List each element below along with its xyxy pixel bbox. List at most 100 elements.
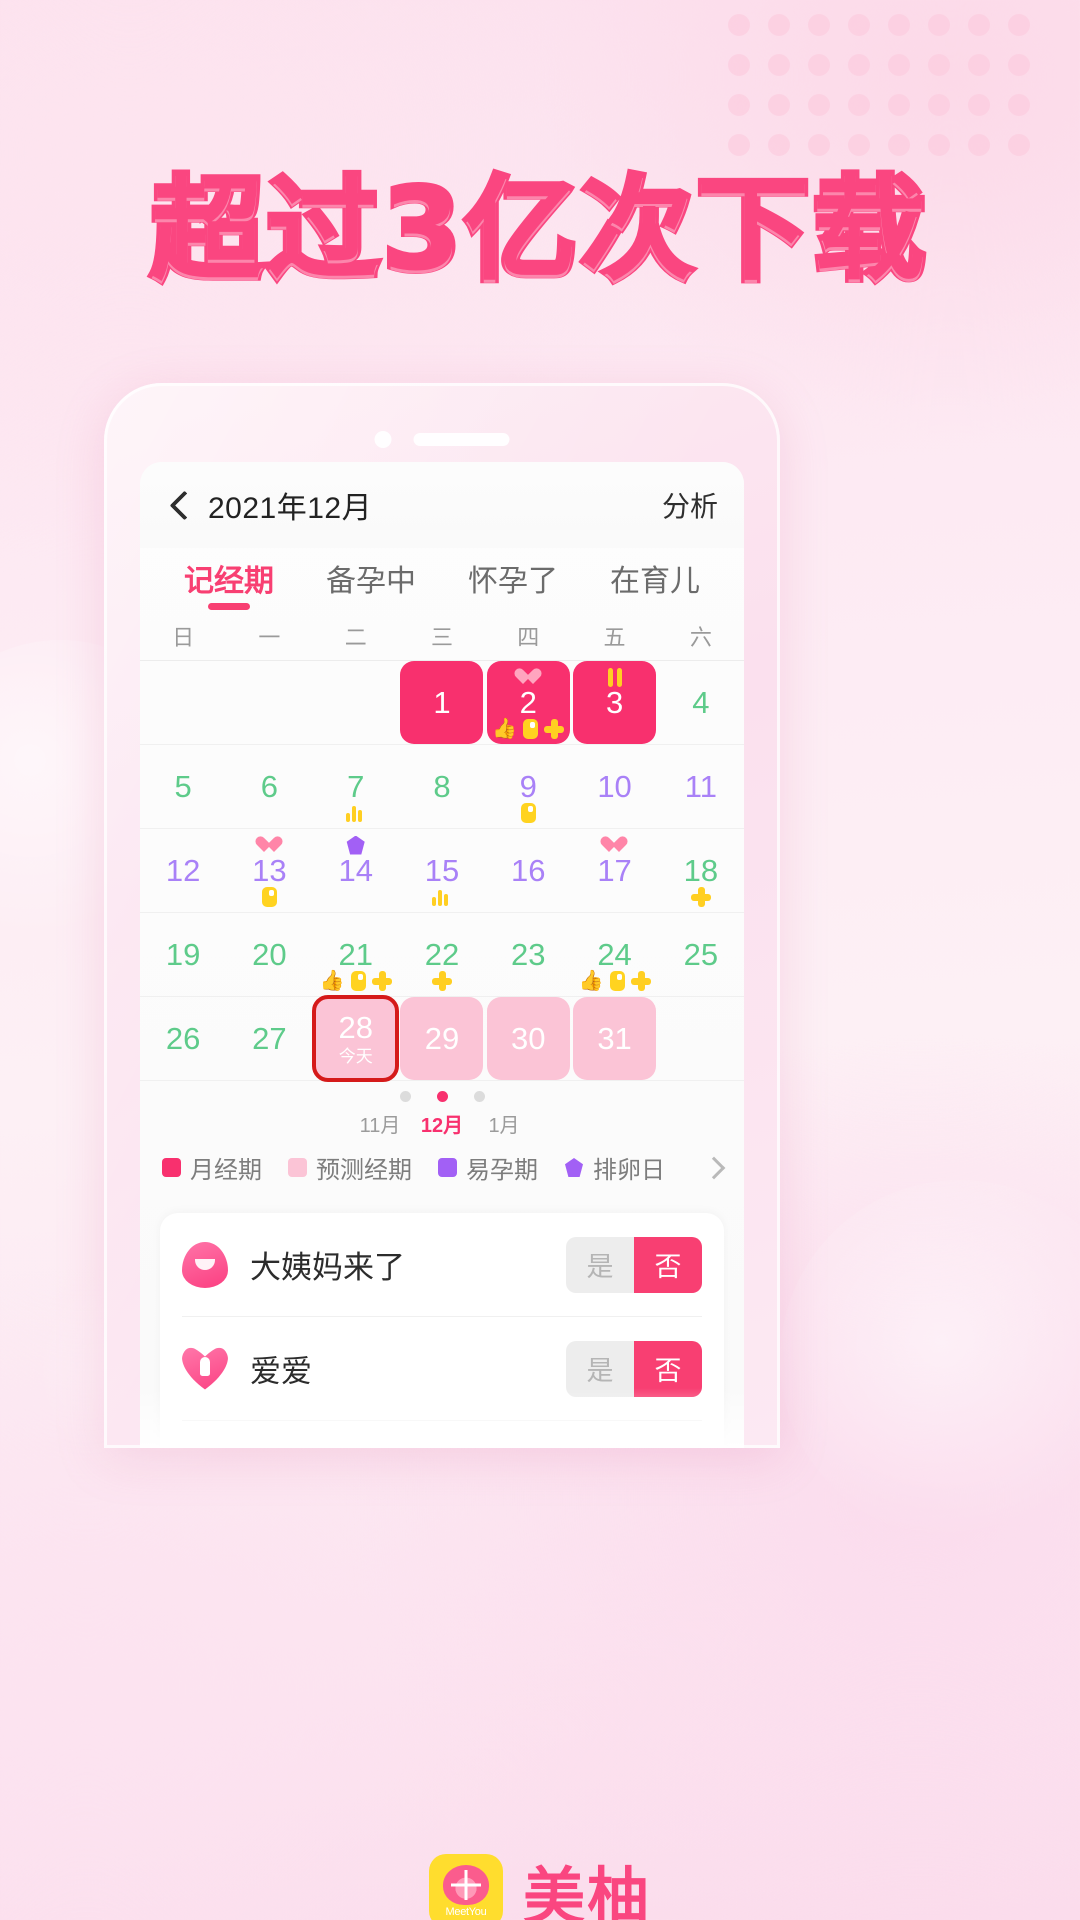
pill-icon — [520, 803, 536, 823]
chevron-left-icon[interactable] — [166, 492, 192, 518]
calendar-day-inner: 3 — [573, 661, 657, 744]
day-marks-bottom — [658, 886, 744, 908]
calendar-day-inner: 28 今天 — [312, 995, 400, 1082]
calendar-day-18[interactable]: 18 — [658, 829, 744, 912]
calendar-day-number: 23 — [511, 937, 546, 972]
calendar-day-number: 7 — [347, 769, 365, 804]
calendar-day-number: 14 — [338, 853, 373, 888]
calendar-day-number: 12 — [165, 853, 201, 888]
calendar-day-12[interactable]: 12 — [140, 829, 226, 912]
calendar-day-26[interactable]: 26 — [140, 997, 226, 1080]
day-marks-bottom — [226, 886, 312, 908]
calendar-day-number: 31 — [597, 1021, 632, 1056]
pager-dot-current[interactable] — [436, 1091, 448, 1102]
calendar-day-13[interactable]: 13 — [226, 829, 312, 912]
calendar-day-28[interactable]: 28 今天 — [312, 995, 400, 1082]
calendar-day-number: 9 — [519, 769, 537, 804]
record-row-sex[interactable]: 爱爱 是 否 — [182, 1317, 702, 1421]
segment-yes-sex[interactable]: 是 — [566, 1340, 634, 1397]
segment-sex[interactable]: 是 否 — [566, 1340, 702, 1397]
chevron-right-icon[interactable] — [706, 1160, 722, 1176]
record-row-temperature[interactable]: 体温 — [182, 1421, 702, 1448]
calendar-day-3[interactable]: 3 — [571, 661, 657, 744]
calendar-day-16[interactable]: 16 — [485, 829, 571, 912]
thumb-up-icon: 👍 — [492, 718, 518, 740]
calendar-day-number: 3 — [605, 685, 624, 720]
weekday-sun: 日 — [172, 625, 195, 650]
segment-yes-period[interactable]: 是 — [566, 1236, 634, 1293]
calendar-day-6[interactable]: 6 — [226, 745, 312, 828]
day-marks-bottom — [313, 802, 399, 824]
analysis-button[interactable]: 分析 — [662, 485, 718, 525]
calendar-day-inner: 14 — [314, 829, 397, 912]
calendar-day-19[interactable]: 19 — [140, 913, 226, 996]
calendar-day-number: 15 — [424, 853, 460, 888]
tab-preparing[interactable]: 备孕中 — [322, 550, 420, 614]
calendar-day-8[interactable]: 8 — [399, 745, 485, 828]
weekday-wed: 三 — [430, 625, 453, 650]
calendar-day-number: 1 — [433, 685, 451, 720]
calendar-day-inner: 6 — [228, 745, 311, 828]
calendar-day-10[interactable]: 10 — [571, 745, 657, 828]
calendar-day-25[interactable]: 25 — [658, 913, 744, 996]
pill-icon — [609, 971, 625, 991]
segment-no-period[interactable]: 否 — [634, 1236, 702, 1293]
calendar-day-20[interactable]: 20 — [226, 913, 312, 996]
calendar-day-number: 27 — [252, 1021, 287, 1056]
plus-icon — [431, 971, 452, 991]
segment-no-sex[interactable]: 否 — [634, 1340, 702, 1397]
calendar-day-number: 18 — [683, 853, 719, 888]
calendar-day-inner: 10 — [573, 745, 656, 828]
calendar-day-24[interactable]: 24 👍 — [571, 913, 657, 996]
calendar-day-9[interactable]: 9 — [485, 745, 571, 828]
calendar-week-row: 19 20 21 👍 22 23 24 👍 25 — [140, 913, 744, 997]
calendar-grid: 1 2 👍 3 4 5 6 7 8 9 10 11 12 13 14 15 16 17 18 19 20 21 👍 22 23 2… — [140, 661, 744, 1082]
calendar-day-empty — [226, 661, 312, 744]
calendar-day-inner: 1 — [400, 661, 484, 744]
calendar-day-15[interactable]: 15 — [399, 829, 485, 912]
calendar-day-inner: 8 — [400, 745, 483, 828]
day-marks-bottom — [399, 970, 485, 992]
calendar-day-21[interactable]: 21 👍 — [313, 913, 399, 996]
calendar-legend: 月经期 预测经期 易孕期 排卵日 — [140, 1144, 744, 1201]
tab-record-period[interactable]: 记经期 — [180, 550, 278, 614]
calendar-day-2[interactable]: 2 👍 — [485, 661, 571, 744]
calendar-day-inner: 17 — [573, 829, 656, 912]
pill-icon — [261, 887, 277, 907]
calendar-day-1[interactable]: 1 — [399, 661, 485, 744]
calendar-day-number: 10 — [597, 769, 632, 804]
calendar-day-number: 16 — [511, 853, 546, 888]
calendar-day-11[interactable]: 11 — [658, 745, 744, 828]
calendar-day-14[interactable]: 14 — [313, 829, 399, 912]
calendar-day-inner — [228, 661, 311, 744]
calendar-day-27[interactable]: 27 — [226, 997, 312, 1080]
calendar-day-5[interactable]: 5 — [140, 745, 226, 828]
pager-month-next[interactable]: 1月 — [481, 1109, 527, 1138]
calendar-day-29[interactable]: 29 — [399, 997, 485, 1080]
calendar-day-23[interactable]: 23 — [485, 913, 571, 996]
tab-pregnant[interactable]: 怀孕了 — [464, 550, 562, 614]
pager-dot-prev[interactable] — [399, 1091, 411, 1102]
plus-icon — [630, 971, 651, 991]
calendar-day-inner: 16 — [487, 829, 570, 912]
pager-month-prev[interactable]: 11月 — [357, 1109, 403, 1138]
calendar-day-inner: 19 — [142, 913, 225, 996]
calendar-day-number: 19 — [165, 937, 201, 972]
calendar-day-inner — [142, 661, 225, 744]
tab-parenting[interactable]: 在育儿 — [606, 550, 704, 614]
calendar-day-4[interactable]: 4 — [658, 661, 744, 744]
calendar-day-30[interactable]: 30 — [485, 997, 571, 1080]
love-heart-icon — [182, 1346, 228, 1392]
calendar-day-22[interactable]: 22 — [399, 913, 485, 996]
segment-period[interactable]: 是 否 — [566, 1236, 702, 1293]
pager-dot-next[interactable] — [473, 1091, 485, 1102]
calendar-day-7[interactable]: 7 — [313, 745, 399, 828]
weekday-sat: 六 — [689, 625, 712, 650]
calendar-day-31[interactable]: 31 — [571, 997, 657, 1080]
pager-month-current[interactable]: 12月 — [419, 1109, 465, 1138]
month-pager-dots[interactable] — [399, 1091, 485, 1102]
calendar-day-number: 28 — [338, 1010, 373, 1045]
record-row-period[interactable]: 大姨妈来了 是 否 — [182, 1213, 702, 1317]
calendar-day-17[interactable]: 17 — [571, 829, 657, 912]
calendar-week-row: 1 2 👍 3 4 — [140, 661, 744, 745]
